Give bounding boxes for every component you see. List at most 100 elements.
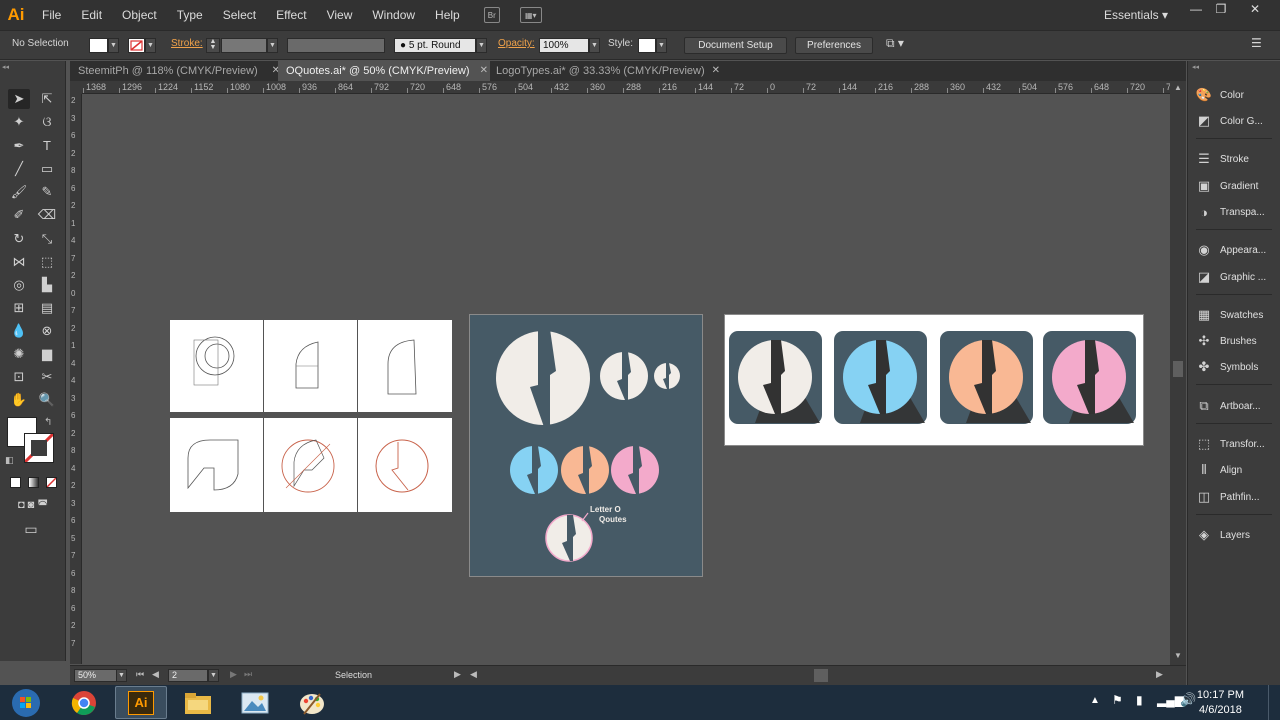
artboard-app-icons[interactable] (724, 314, 1144, 446)
graph-tool-icon[interactable]: ▆ (36, 344, 58, 364)
scroll-down-icon[interactable]: ▼ (1174, 651, 1182, 660)
default-colors-icon[interactable]: ◧ (5, 455, 14, 466)
direct-selection-tool-icon[interactable]: ⇱ (36, 89, 58, 109)
artboard-letter-o-quotes[interactable]: Letter O Qoutes (469, 314, 703, 577)
menu-effect[interactable]: Effect (266, 0, 316, 30)
menu-type[interactable]: Type (167, 0, 213, 30)
horizontal-ruler[interactable]: 1368 1296 1224 1152 1080 1008 936 864 792 720 648 5… (82, 81, 1170, 94)
slice-tool-icon[interactable]: ✂ (36, 367, 58, 387)
panel-gradient[interactable]: ▣ Gradient (1188, 174, 1280, 198)
opacity-field[interactable]: 100% (539, 38, 589, 53)
panel-color[interactable]: 🎨 Color (1188, 83, 1280, 107)
ruler-origin[interactable] (70, 81, 82, 94)
artboard-number-field[interactable]: 2 (168, 669, 208, 682)
chevron-down-icon[interactable]: ▼ (145, 38, 156, 53)
stroke-weight-field[interactable] (221, 38, 267, 53)
action-center-icon[interactable]: ⚑ (1112, 693, 1123, 707)
battery-icon[interactable]: ▮ (1136, 693, 1143, 707)
fill-swatch[interactable] (89, 38, 108, 53)
panel-layers[interactable]: ◈ Layers (1188, 523, 1280, 547)
panel-swatches[interactable]: ▦ Swatches (1188, 303, 1280, 327)
volume-icon[interactable]: 🔊 (1180, 692, 1196, 708)
panel-transparency[interactable]: ◑ Transpa... (1188, 200, 1280, 224)
tab-oquotes[interactable]: OQuotes.ai* @ 50% (CMYK/Preview) ✕ (278, 61, 490, 81)
variable-width-profile[interactable] (287, 38, 385, 53)
tab-steemitph[interactable]: SteemitPh @ 118% (CMYK/Preview) ✕ (70, 61, 282, 81)
workspace-switcher[interactable]: Essentials ▾ (1104, 8, 1168, 22)
panel-appearance[interactable]: ◉ Appeara... (1188, 238, 1280, 262)
pen-tool-icon[interactable]: ✒ (8, 136, 30, 156)
gradient-tool-icon[interactable]: ▤ (36, 298, 58, 318)
scroll-right-icon[interactable]: ▶ (1156, 669, 1163, 680)
chevron-down-icon[interactable]: ▼ (116, 669, 127, 682)
magic-wand-tool-icon[interactable]: ✦ (8, 112, 30, 132)
restore-icon[interactable]: ❐ (1210, 2, 1232, 18)
panel-menu-icon[interactable]: ☰ (1251, 36, 1262, 50)
none-mode-icon[interactable] (46, 477, 57, 488)
document-setup-button[interactable]: Document Setup (684, 37, 787, 54)
show-hidden-icons-icon[interactable]: ▲ (1090, 695, 1100, 706)
menu-window[interactable]: Window (362, 0, 425, 30)
blob-brush-tool-icon[interactable]: ✐ (8, 205, 30, 225)
opacity-label[interactable]: Opacity: (498, 38, 535, 49)
panel-stroke[interactable]: ☰ Stroke (1188, 147, 1280, 171)
type-tool-icon[interactable]: T (36, 136, 58, 156)
lasso-tool-icon[interactable]: ଓ (36, 112, 58, 132)
vertical-scrollbar[interactable]: ▲ ▼ (1170, 81, 1186, 665)
selection-tool-icon[interactable]: ➤ (8, 89, 30, 109)
menu-object[interactable]: Object (112, 0, 167, 30)
free-transform-tool-icon[interactable]: ⬚ (36, 252, 58, 272)
panel-pathfinder[interactable]: ◫ Pathfin... (1188, 485, 1280, 509)
panel-brushes[interactable]: ✣ Brushes (1188, 329, 1280, 353)
first-artboard-icon[interactable]: ⏮ (136, 669, 144, 680)
brush-definition[interactable]: ● 5 pt. Round (394, 38, 476, 53)
close-icon[interactable]: ✕ (1244, 2, 1266, 18)
stroke-stepper[interactable]: ▲ ▼ (206, 38, 220, 53)
taskbar-paint[interactable] (286, 686, 338, 719)
canvas-area[interactable]: Letter O Qoutes (82, 94, 1170, 664)
last-artboard-icon[interactable]: ⏭ (244, 669, 252, 680)
stroke-color-swatch[interactable] (23, 432, 55, 464)
line-tool-icon[interactable]: ╱ (8, 159, 30, 179)
panel-symbols[interactable]: ✤ Symbols (1188, 355, 1280, 379)
mesh-tool-icon[interactable]: ⊞ (8, 298, 30, 318)
taskbar-illustrator[interactable]: Ai (115, 686, 167, 719)
blend-tool-icon[interactable]: ⊗ (36, 321, 58, 341)
arrange-documents-icon[interactable]: ▦▾ (519, 7, 542, 23)
symbol-sprayer-tool-icon[interactable]: ✺ (8, 344, 30, 364)
chevron-down-icon[interactable]: ▼ (589, 38, 600, 53)
eraser-tool-icon[interactable]: ⌫ (36, 205, 58, 225)
arrange-icon[interactable]: ⧉ ▾ (886, 36, 904, 51)
close-tab-icon[interactable]: ✕ (712, 61, 720, 81)
chevron-down-icon[interactable]: ▼ (656, 38, 667, 53)
preferences-button[interactable]: Preferences (795, 37, 873, 54)
drawing-modes-icon[interactable]: ◘ ◙ ◚ (6, 495, 60, 515)
minimize-icon[interactable]: — (1185, 2, 1207, 18)
taskbar-clock[interactable]: 10:17 PM 4/6/2018 (1197, 688, 1244, 718)
close-tab-icon[interactable]: ✕ (480, 61, 488, 81)
panel-graphic-styles[interactable]: ◪ Graphic ... (1188, 265, 1280, 289)
scroll-left-icon[interactable]: ◀ (470, 669, 477, 680)
menu-file[interactable]: File (32, 0, 71, 30)
show-desktop-button[interactable] (1268, 685, 1280, 720)
menu-edit[interactable]: Edit (71, 0, 112, 30)
paintbrush-tool-icon[interactable]: 🖌 (8, 182, 30, 202)
expand-panels-icon[interactable]: ◂◂ (1192, 63, 1199, 71)
next-artboard-icon[interactable]: ▶ (230, 669, 237, 680)
panel-transform[interactable]: ⬚ Transfor... (1188, 432, 1280, 456)
eyedropper-tool-icon[interactable]: 💧 (8, 321, 30, 341)
pencil-tool-icon[interactable]: ✎ (36, 182, 58, 202)
zoom-field[interactable]: 50% (74, 669, 118, 682)
chevron-down-icon[interactable]: ▼ (108, 38, 119, 53)
taskbar-photo-viewer[interactable] (229, 686, 281, 719)
chevron-down-icon[interactable]: ▼ (476, 38, 487, 53)
zoom-tool-icon[interactable]: 🔍 (36, 390, 58, 410)
chevron-down-icon[interactable]: ▼ (208, 669, 219, 682)
taskbar-file-explorer[interactable] (172, 686, 224, 719)
scale-tool-icon[interactable]: ⤡ (36, 229, 58, 249)
previous-artboard-icon[interactable]: ◀ (152, 669, 159, 680)
swap-colors-icon[interactable]: ↰ (44, 417, 52, 428)
screen-mode-icon[interactable]: ▭ (20, 519, 42, 539)
hand-tool-icon[interactable]: ✋ (8, 390, 30, 410)
panel-color-guide[interactable]: ◩ Color G... (1188, 109, 1280, 133)
